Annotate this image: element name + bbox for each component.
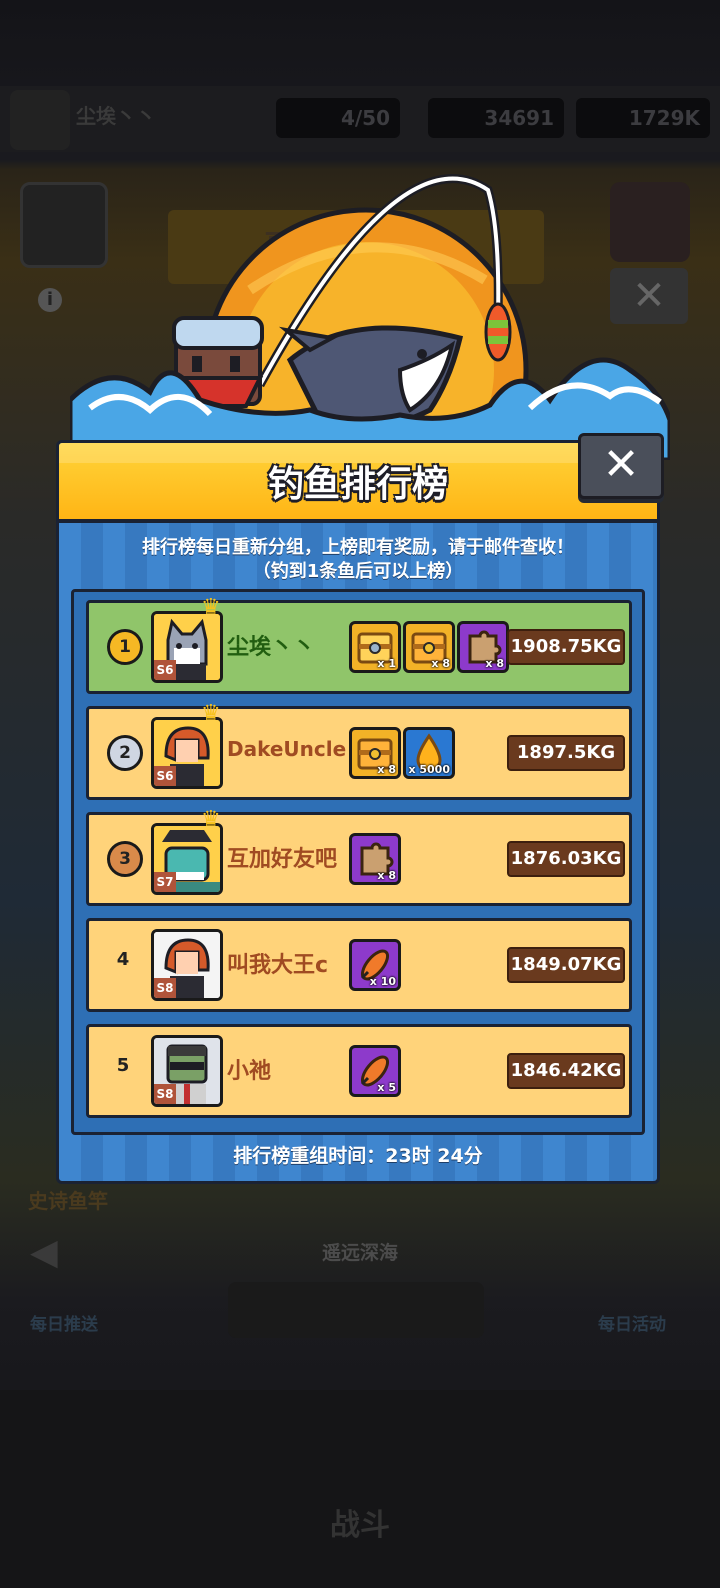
- level-badge: S6: [154, 766, 176, 786]
- level-badge: S7: [154, 872, 176, 892]
- gem-counter: 34691: [428, 98, 564, 138]
- energy-counter: 4/50: [276, 98, 400, 138]
- leaderboard-row[interactable]: 1 S6 ♛ 尘埃丶丶 x 1 x 8 x 8 1908.75KG: [86, 595, 632, 694]
- reward-count: x 8: [431, 657, 450, 670]
- gold-drop-icon[interactable]: x 5000: [403, 727, 455, 779]
- lure-icon: [484, 302, 512, 362]
- daily-activity-label[interactable]: 每日活动: [598, 1310, 666, 1335]
- player-avatar[interactable]: S6: [151, 611, 223, 683]
- puzzle-icon[interactable]: x 8: [457, 621, 509, 673]
- prev-location-icon[interactable]: ◀: [30, 1232, 58, 1273]
- leaderboard-row[interactable]: 3 S7 ♛ 互加好友吧 x 8 1876.03KG: [86, 807, 632, 906]
- leaderboard-title: 钓鱼排行榜: [267, 464, 448, 505]
- reset-timer-label: 排行榜重组时间：: [233, 1145, 386, 1167]
- rank-silver-badge: 2: [107, 735, 143, 771]
- chest-icon[interactable]: x 8: [403, 621, 455, 673]
- player-avatar[interactable]: [10, 90, 70, 150]
- player-avatar[interactable]: S8: [151, 929, 223, 1001]
- weight-badge: 1897.5KG: [507, 735, 625, 771]
- player-name: 小祂: [227, 1059, 272, 1084]
- leaderboard-row[interactable]: 2 S6 ♛ DakeUncle x 8 x 5000 1897.5KG: [86, 701, 632, 800]
- player-name-bg: 尘埃丶丶: [76, 104, 156, 128]
- weight-badge: 1846.42KG: [507, 1053, 625, 1089]
- weight-badge: 1908.75KG: [507, 629, 625, 665]
- crown-icon: ♛: [201, 595, 221, 620]
- notice-subtext: （钓到1条鱼后可以上榜）: [252, 561, 464, 582]
- rod-label: 史诗鱼竿: [28, 1189, 108, 1213]
- level-badge: S8: [154, 1084, 176, 1104]
- rank-gold-badge: 1: [107, 629, 143, 665]
- player-avatar[interactable]: S8: [151, 1035, 223, 1107]
- reset-timer-value: 23时 24分: [385, 1145, 483, 1167]
- player-name: DakeUncle: [227, 737, 347, 761]
- player-avatar[interactable]: S7: [151, 823, 223, 895]
- weight-badge: 1876.03KG: [507, 841, 625, 877]
- leaderboard-hero-illustration: [70, 174, 670, 460]
- reward-count: x 1: [377, 657, 396, 670]
- player-name: 叫我大王c: [227, 953, 329, 978]
- crown-icon: ♛: [201, 807, 221, 832]
- reward-count: x 10: [369, 975, 396, 988]
- level-badge: S8: [154, 978, 176, 998]
- info-icon[interactable]: i: [38, 288, 62, 312]
- chest-icon[interactable]: x 8: [349, 727, 401, 779]
- rank-number: 4: [116, 949, 130, 970]
- player-name: 尘埃丶丶: [227, 635, 316, 660]
- notice-text: 排行榜每日重新分组，上榜即有奖励，请于邮件查收！: [142, 537, 574, 558]
- cast-button[interactable]: [228, 1282, 484, 1338]
- reward-count: x 8: [485, 657, 504, 670]
- reward-count: x 8: [377, 869, 396, 882]
- crown-icon: ♛: [201, 701, 221, 726]
- weight-badge: 1849.07KG: [507, 947, 625, 983]
- rank-bronze-badge: 3: [107, 841, 143, 877]
- chest-icon[interactable]: x 1: [349, 621, 401, 673]
- rank-number: 5: [116, 1055, 130, 1076]
- lure-icon[interactable]: x 10: [349, 939, 401, 991]
- battle-tab[interactable]: 战斗: [300, 1500, 420, 1544]
- reward-count: x 5000: [408, 763, 450, 776]
- daily-push-label[interactable]: 每日推送: [30, 1310, 98, 1335]
- reward-count: x 5: [377, 1081, 396, 1094]
- close-button[interactable]: ✕: [578, 433, 664, 499]
- player-name: 互加好友吧: [227, 847, 338, 872]
- coin-counter: 1729K: [576, 98, 710, 138]
- leaderboard-panel: 钓鱼排行榜 排行榜每日重新分组，上榜即有奖励，请于邮件查收！ （钓到1条鱼后可以…: [56, 440, 660, 1184]
- reward-count: x 8: [377, 763, 396, 776]
- lure-icon[interactable]: x 5: [349, 1045, 401, 1097]
- level-badge: S6: [154, 660, 176, 680]
- leaderboard-row[interactable]: 4 S8 叫我大王c x 10 1849.07KG: [86, 918, 632, 1012]
- reset-timer: 排行榜重组时间：23时 24分: [59, 1141, 657, 1168]
- location-label: 遥远深海: [321, 1242, 398, 1264]
- leaderboard-list: 1 S6 ♛ 尘埃丶丶 x 1 x 8 x 8 1908.75KG 2 S6 ♛…: [71, 589, 645, 1135]
- player-avatar[interactable]: S6: [151, 717, 223, 789]
- leaderboard-row[interactable]: 5 S8 小祂 x 5 1846.42KG: [86, 1024, 632, 1118]
- puzzle-icon[interactable]: x 8: [349, 833, 401, 885]
- bottom-navigation: [0, 1390, 720, 1588]
